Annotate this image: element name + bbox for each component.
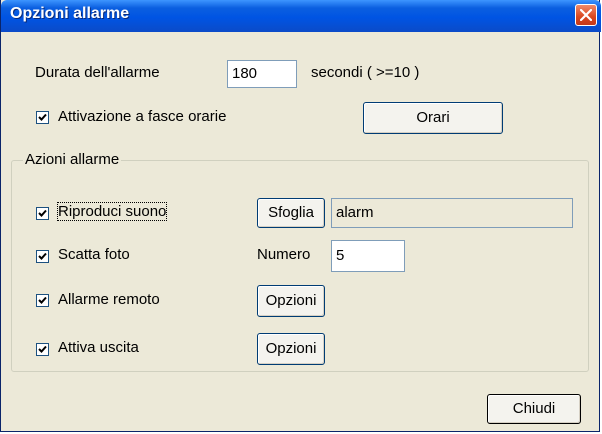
activate-output-checkbox[interactable] [36,343,49,356]
checkmark-icon [38,252,47,260]
photo-count-label: Numero [257,246,311,263]
remote-alarm-label: Allarme remoto [58,291,160,308]
checkmark-icon [38,345,47,353]
close-button[interactable] [575,4,597,26]
checkmark-icon [38,296,47,304]
browse-sound-button[interactable]: Sfoglia [257,198,325,228]
take-photo-checkbox[interactable] [36,250,49,263]
sound-file-field: alarm [331,198,573,228]
alarm-actions-group-label: Azioni allarme [23,151,122,168]
duration-unit-label: secondi ( >=10 ) [311,64,420,81]
schedule-label: Attivazione a fasce orarie [58,108,227,125]
close-dialog-button[interactable]: Chiudi [487,394,581,424]
duration-label: Durata dell'allarme [35,64,160,81]
duration-input[interactable]: 180 [227,60,297,88]
output-options-button[interactable]: Opzioni [257,333,325,365]
activate-output-label: Attiva uscita [58,339,139,356]
close-icon [580,9,592,21]
remote-alarm-checkbox[interactable] [36,294,49,307]
schedule-hours-button[interactable]: Orari [363,102,503,134]
alarm-options-dialog: Opzioni allarme Durata dell'allarme 180 … [0,0,601,432]
remote-alarm-options-button[interactable]: Opzioni [257,285,325,317]
title-bar[interactable]: Opzioni allarme [1,0,601,32]
photo-count-input[interactable]: 5 [331,240,405,272]
play-sound-checkbox[interactable] [36,207,49,220]
take-photo-label: Scatta foto [58,246,130,263]
play-sound-label: Riproduci suono [56,202,168,221]
window-title: Opzioni allarme [10,5,130,22]
schedule-checkbox[interactable] [36,111,49,124]
checkmark-icon [38,209,47,217]
checkmark-icon [38,113,47,121]
